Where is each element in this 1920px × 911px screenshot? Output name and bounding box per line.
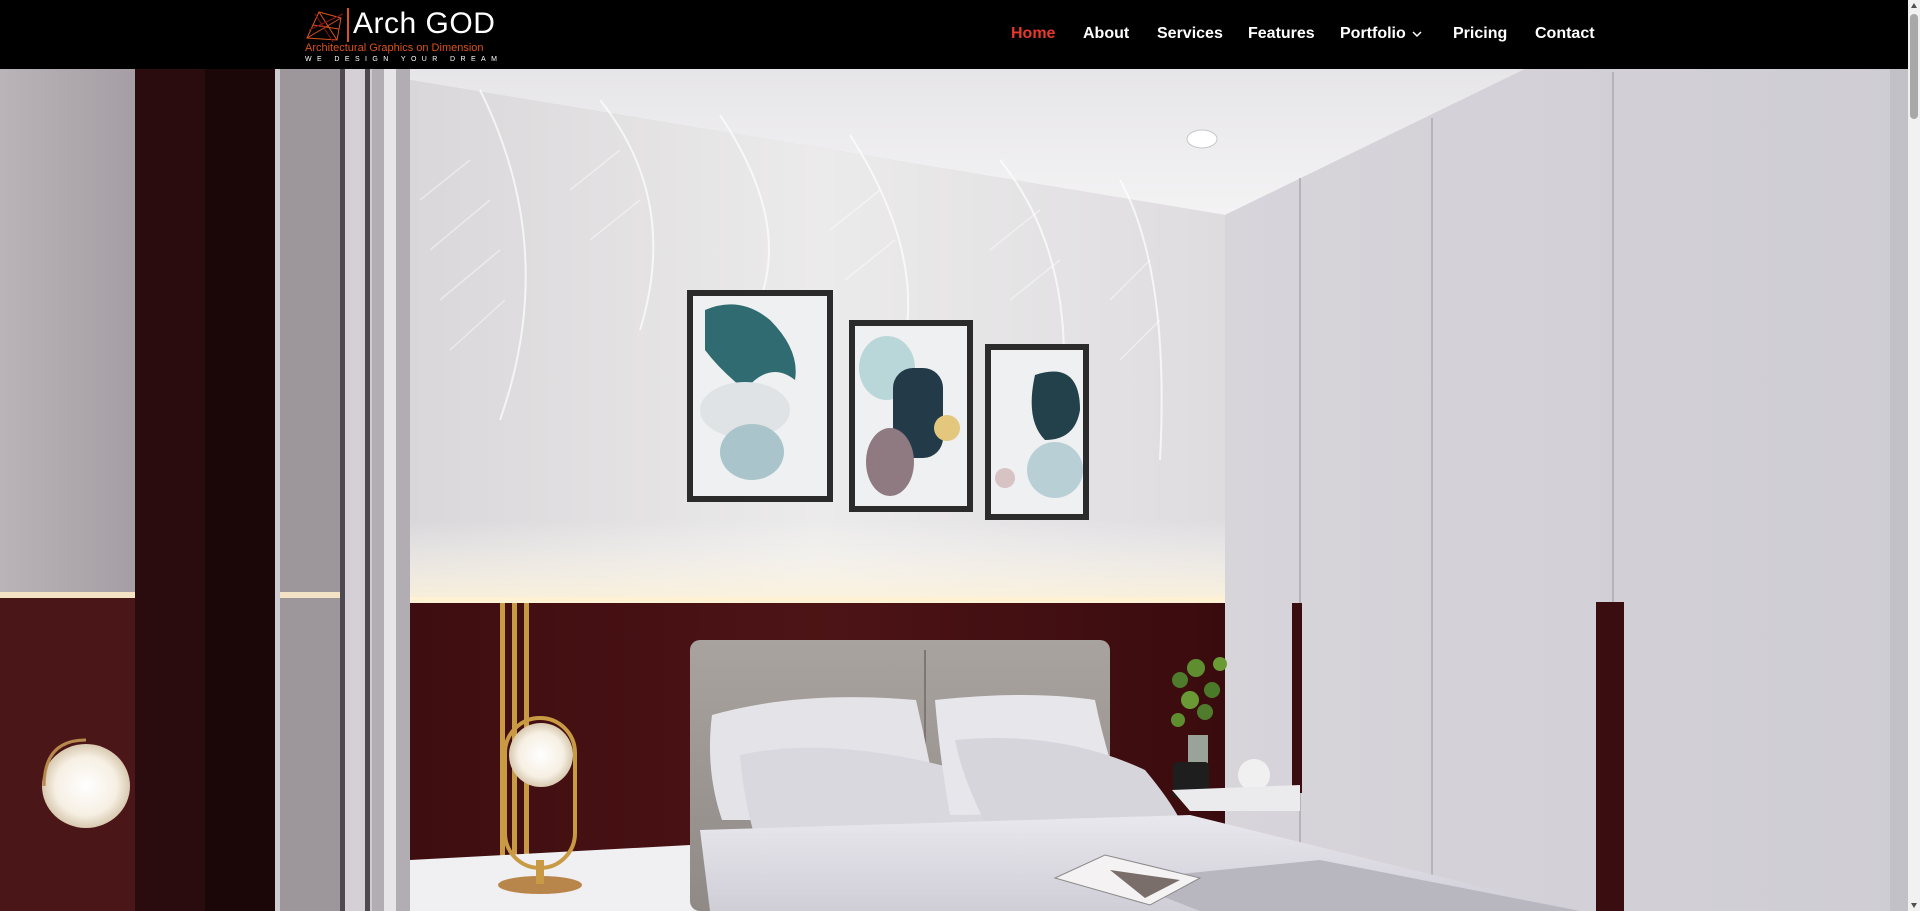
brand-subtitle: Architectural Graphics on Dimension: [305, 42, 484, 54]
nav-contact[interactable]: Contact: [1535, 24, 1595, 44]
arrow-up-icon[interactable]: [1910, 2, 1918, 10]
scrollbar-thumb[interactable]: [1910, 14, 1918, 119]
nav-services[interactable]: Services: [1157, 24, 1223, 44]
site-header: Arch GOD Architectural Graphics on Dimen…: [0, 0, 1908, 69]
arrow-down-icon[interactable]: [1910, 901, 1918, 909]
brand-title: Arch GOD: [353, 7, 496, 40]
hero-banner: [0, 69, 1908, 911]
logo-divider: [347, 8, 349, 42]
nav-pricing[interactable]: Pricing: [1453, 24, 1507, 44]
brand-tagline: WE DESIGN YOUR DREAM: [305, 56, 503, 63]
chevron-down-icon[interactable]: [1412, 31, 1422, 38]
nav-about[interactable]: About: [1083, 24, 1129, 44]
brand-logo[interactable]: Arch GOD Architectural Graphics on Dimen…: [303, 6, 528, 66]
nav-portfolio[interactable]: Portfolio: [1340, 24, 1406, 44]
nav-features[interactable]: Features: [1248, 24, 1315, 44]
hero-image: [0, 69, 1908, 911]
logo-mark-icon: [306, 11, 344, 43]
page-scrollbar[interactable]: [1908, 0, 1920, 911]
nav-home[interactable]: Home: [1011, 24, 1055, 44]
